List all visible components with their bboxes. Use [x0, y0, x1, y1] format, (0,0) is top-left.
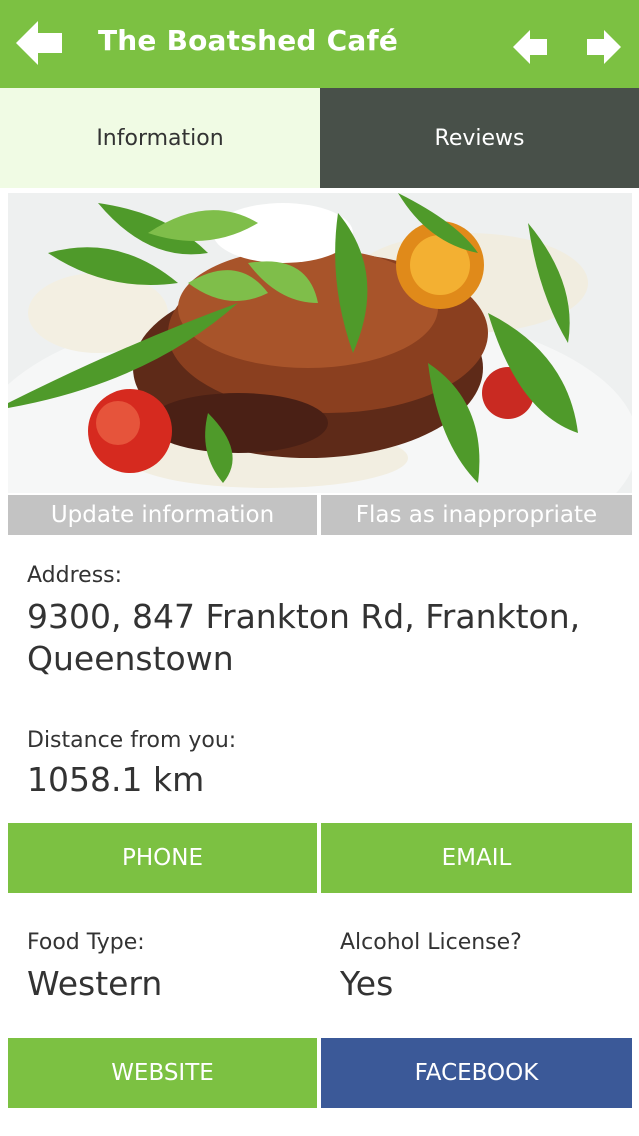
alcohol-license-label: Alcohol License? — [340, 930, 522, 955]
phone-button[interactable]: PHONE — [8, 823, 317, 893]
arrow-left-icon — [513, 30, 547, 64]
address-line-2: Queenstown — [27, 639, 234, 678]
address-label: Address: — [27, 563, 123, 588]
website-button[interactable]: WEBSITE — [8, 1038, 317, 1108]
arrow-right-icon — [587, 30, 621, 64]
tab-reviews[interactable]: Reviews — [320, 88, 639, 188]
next-button[interactable] — [582, 26, 624, 68]
previous-button[interactable] — [510, 26, 552, 68]
facebook-button[interactable]: FACEBOOK — [321, 1038, 632, 1108]
cafe-photo — [8, 193, 632, 493]
update-information-button[interactable]: Update information — [8, 495, 317, 535]
address-line-1: 9300, 847 Frankton Rd, Frankton, — [27, 597, 581, 636]
food-type-label: Food Type: — [27, 930, 145, 955]
back-button[interactable] — [14, 18, 68, 68]
arrow-left-icon — [16, 21, 62, 65]
email-button[interactable]: EMAIL — [321, 823, 632, 893]
distance-label: Distance from you: — [27, 728, 237, 753]
top-app-bar: The Boatshed Café — [0, 0, 639, 88]
tab-information[interactable]: Information — [0, 88, 320, 188]
alcohol-license-value: Yes — [340, 964, 394, 1003]
food-type-value: Western — [27, 964, 163, 1003]
distance-value: 1058.1 km — [27, 760, 205, 799]
tab-bar: Information Reviews — [0, 88, 639, 188]
flag-inappropriate-button[interactable]: Flas as inappropriate — [321, 495, 632, 535]
page-title: The Boatshed Café — [98, 24, 399, 57]
